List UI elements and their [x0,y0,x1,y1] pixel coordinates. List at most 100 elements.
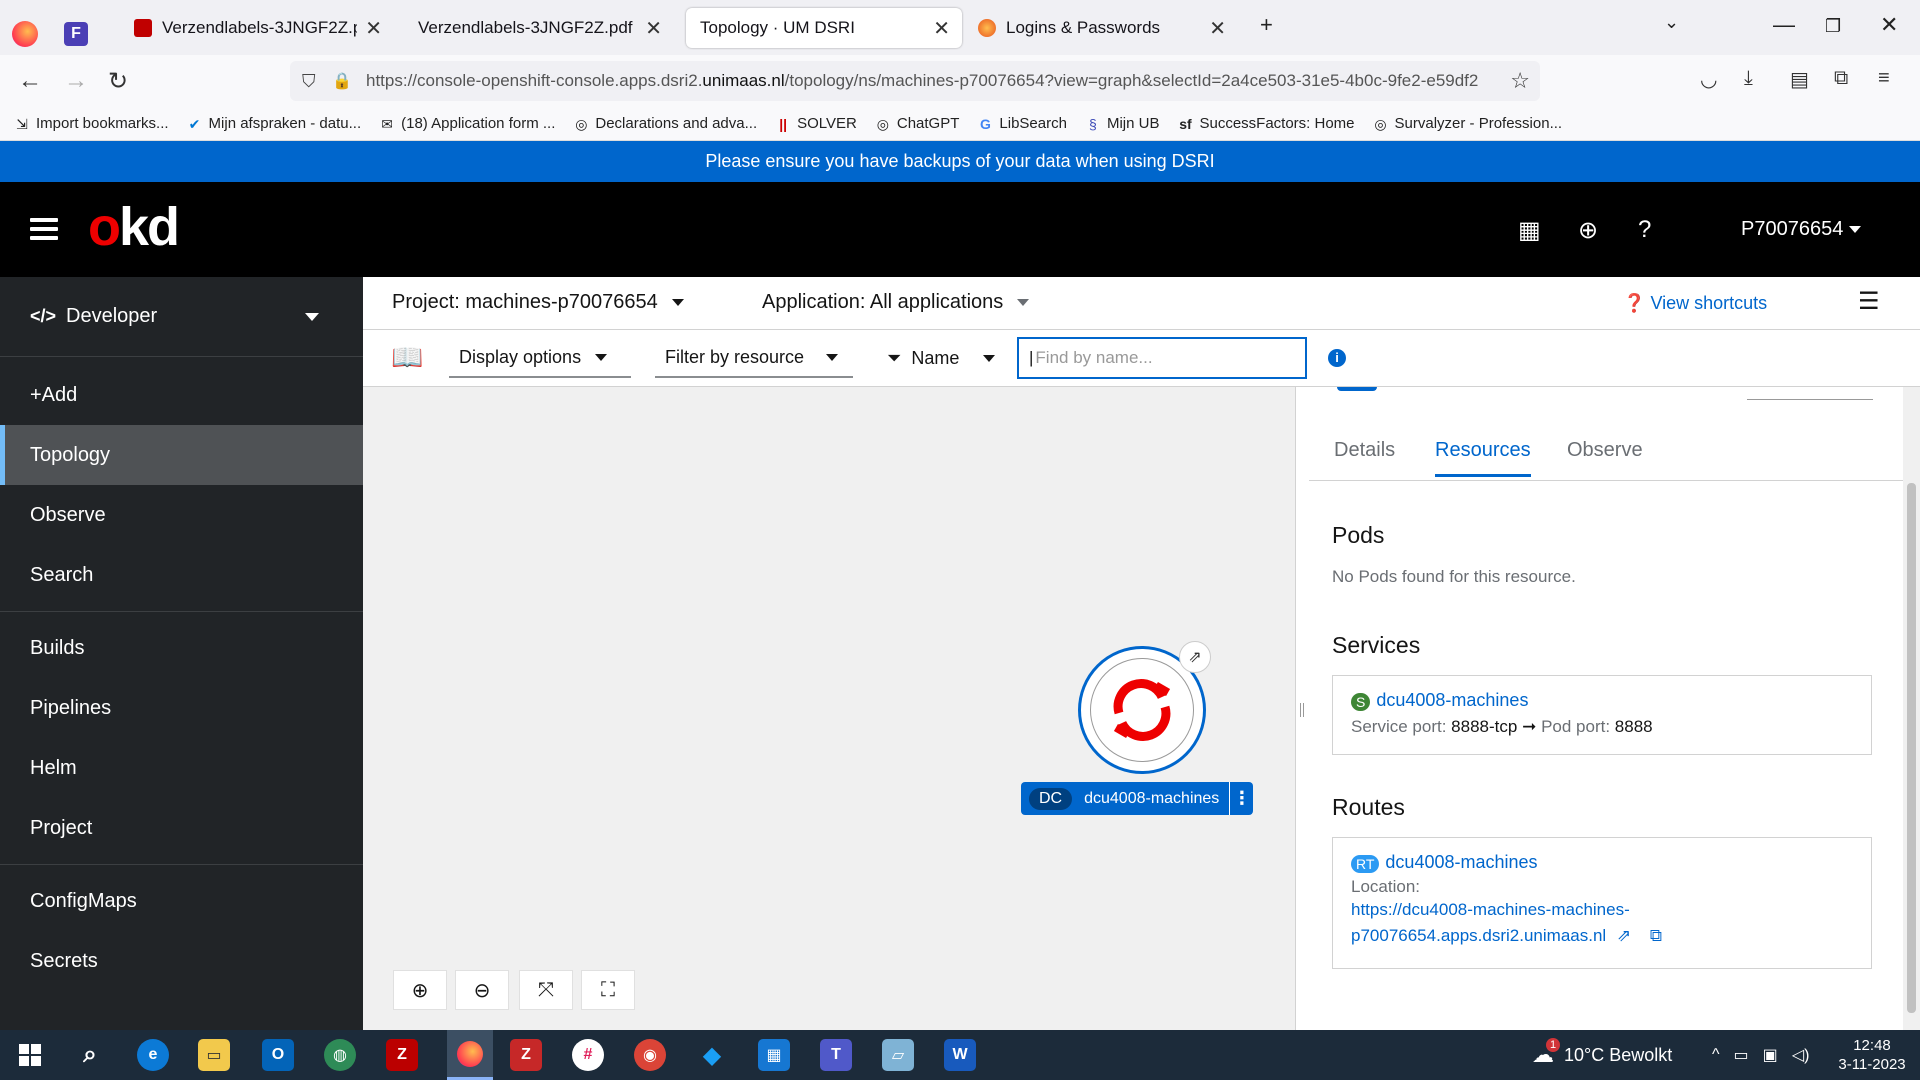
sidebar-item-add[interactable]: +Add [0,365,363,425]
edge-icon[interactable]: e [137,1039,169,1071]
okd-logo[interactable]: okd [88,196,180,258]
reset-view-icon[interactable]: ⛶ [581,970,635,1010]
sidebar-item-builds[interactable]: Builds [0,618,363,678]
window-close-icon[interactable]: ✕ [1880,12,1898,38]
perspective-switcher[interactable]: </> Developer [0,277,363,357]
windows-start-icon[interactable] [14,1039,46,1071]
close-icon[interactable]: ✕ [933,16,950,41]
reader-icon[interactable]: ▤ [1790,67,1809,92]
sidebar-item-configmaps[interactable]: ConfigMaps [0,871,363,931]
panel-resize-handle[interactable] [1295,387,1309,1030]
service-link[interactable]: dcu4008-machines [1376,690,1528,710]
url-bar[interactable]: ⛉ 🔒 https://console-openshift-console.ap… [290,61,1540,101]
sidebar-item-topology[interactable]: Topology [0,425,363,485]
bookmark-item[interactable]: ⇲ Import bookmarks... [14,115,168,132]
word-icon[interactable]: W [944,1039,976,1071]
tab-pdf-1[interactable]: Verzendlabels-3JNGF2Z.pdf(Re ✕ [122,8,394,48]
panel-scrollbar[interactable] [1903,387,1920,1030]
external-link-icon[interactable]: ⇗ [1617,926,1631,945]
pinned-tab-icon[interactable]: F [64,14,88,54]
tab-details[interactable]: Details [1334,439,1395,474]
filter-by-resource-dropdown[interactable]: Filter by resource [655,338,853,378]
firefox-taskbar-icon[interactable] [447,1030,493,1080]
bookmark-item[interactable]: sf SuccessFactors: Home [1177,115,1354,132]
new-tab-icon[interactable]: + [1260,12,1273,38]
list-view-icon[interactable]: ☰ [1858,287,1880,316]
copy-icon[interactable]: ⧉ [1650,926,1662,945]
search-icon[interactable]: ⌕ [74,1039,106,1071]
route-url-link[interactable]: https://dcu4008-machines-machines-p70076… [1351,897,1853,949]
application-selector[interactable]: Application: All applications [762,291,1030,314]
tab-topology[interactable]: Topology · UM DSRI ✕ [686,8,962,48]
reload-icon[interactable]: ↻ [108,67,128,96]
sidebar-item-project[interactable]: Project [0,798,363,858]
bookmark-item[interactable]: § Mijn UB [1085,115,1159,132]
globe-app-icon[interactable]: ◍ [324,1039,356,1071]
file-explorer-icon[interactable]: ▭ [198,1039,230,1071]
node-label[interactable]: DC dcu4008-machines ⋮ [1021,782,1254,815]
notes-app-icon[interactable]: ▱ [882,1039,914,1071]
external-link-icon[interactable]: ⇗ [1179,641,1211,673]
bookmark-star-icon[interactable]: ☆ [1510,68,1530,94]
catalog-book-icon[interactable]: 📖 [391,342,423,373]
close-icon[interactable]: ✕ [645,16,662,41]
view-shortcuts-link[interactable]: ❓ View shortcuts [1623,293,1767,314]
sidebar-item-secrets[interactable]: Secrets [0,931,363,991]
bookmark-item[interactable]: ✔ Mijn afspraken - datu... [187,115,361,132]
help-icon[interactable]: ? [1638,216,1651,244]
bookmark-item[interactable]: || SOLVER [775,115,857,132]
pocket-icon[interactable]: ◡ [1700,67,1717,92]
search-input[interactable]: | Find by name... [1017,337,1307,379]
hamburger-menu-icon[interactable] [30,218,58,240]
clock[interactable]: 12:48 3-11-2023 [1836,1036,1908,1074]
firefox-icon[interactable] [12,14,38,54]
project-selector[interactable]: Project: machines-p70076654 [392,291,684,314]
diamond-app-icon[interactable]: ◆ [696,1039,728,1071]
sidebar-item-pipelines[interactable]: Pipelines [0,678,363,738]
zoom-in-icon[interactable]: ⊕ [393,970,447,1010]
calculator-app-icon[interactable]: ▦ [758,1039,790,1071]
user-menu[interactable]: P70076654 [1741,218,1862,241]
slack-icon[interactable]: # [572,1039,604,1071]
teams-icon[interactable]: T [820,1039,852,1071]
menu-icon[interactable]: ≡ [1878,67,1890,90]
sidebar-item-helm[interactable]: Helm [0,738,363,798]
minimize-icon[interactable]: — [1773,12,1795,38]
network-icon[interactable]: ▣ [1763,1045,1778,1065]
url-text[interactable]: https://console-openshift-console.apps.d… [366,71,1486,91]
extensions-icon[interactable]: ⧉ [1834,67,1848,90]
system-tray[interactable]: ^ ▭ ▣ ◁) [1712,1030,1809,1080]
chrome-icon[interactable]: ◉ [634,1039,666,1071]
tab-observe[interactable]: Observe [1567,439,1643,474]
lock-icon[interactable]: 🔒 [332,71,352,91]
filter-type-dropdown[interactable]: ⏷ Name [877,338,1015,378]
tab-pdf-2[interactable]: Verzendlabels-3JNGF2Z.pdf ✕ [402,8,674,48]
volume-icon[interactable]: ◁) [1792,1045,1810,1065]
bookmark-item[interactable]: ◎ ChatGPT [875,115,960,132]
display-options-dropdown[interactable]: Display options [449,338,631,378]
app-launcher-icon[interactable]: ▦ [1518,216,1541,245]
restore-icon[interactable]: ❐ [1825,16,1841,37]
bookmark-item[interactable]: G LibSearch [977,115,1067,132]
close-icon[interactable]: ✕ [365,16,382,41]
weather-widget[interactable]: ☁ 1 10°C Bewolkt [1532,1030,1672,1080]
downloads-icon[interactable]: ⤓ [1744,67,1753,90]
sidebar-item-search[interactable]: Search [0,545,363,605]
zotero-icon[interactable]: Z [510,1039,542,1071]
close-icon[interactable]: ✕ [1209,16,1226,41]
bookmark-item[interactable]: ✉ (18) Application form ... [379,115,555,132]
zoom-out-icon[interactable]: ⊖ [455,970,509,1010]
shield-icon[interactable]: ⛉ [302,71,316,92]
outlook-icon[interactable]: O [262,1039,294,1071]
kebab-menu-icon[interactable]: ⋮ [1229,782,1253,815]
battery-icon[interactable]: ▭ [1734,1045,1749,1065]
forward-icon[interactable]: → [64,67,88,95]
bookmark-item[interactable]: ◎ Survalyzer - Profession... [1373,115,1562,132]
tab-logins[interactable]: Logins & Passwords ✕ [966,8,1238,48]
sidebar-item-observe[interactable]: Observe [0,485,363,545]
list-tabs-icon[interactable]: ⌄ [1664,12,1679,33]
info-icon[interactable]: i [1328,349,1346,367]
route-link[interactable]: dcu4008-machines [1385,852,1537,872]
fit-to-screen-icon[interactable]: ⤧ [519,970,573,1010]
back-icon[interactable]: ← [18,67,42,95]
